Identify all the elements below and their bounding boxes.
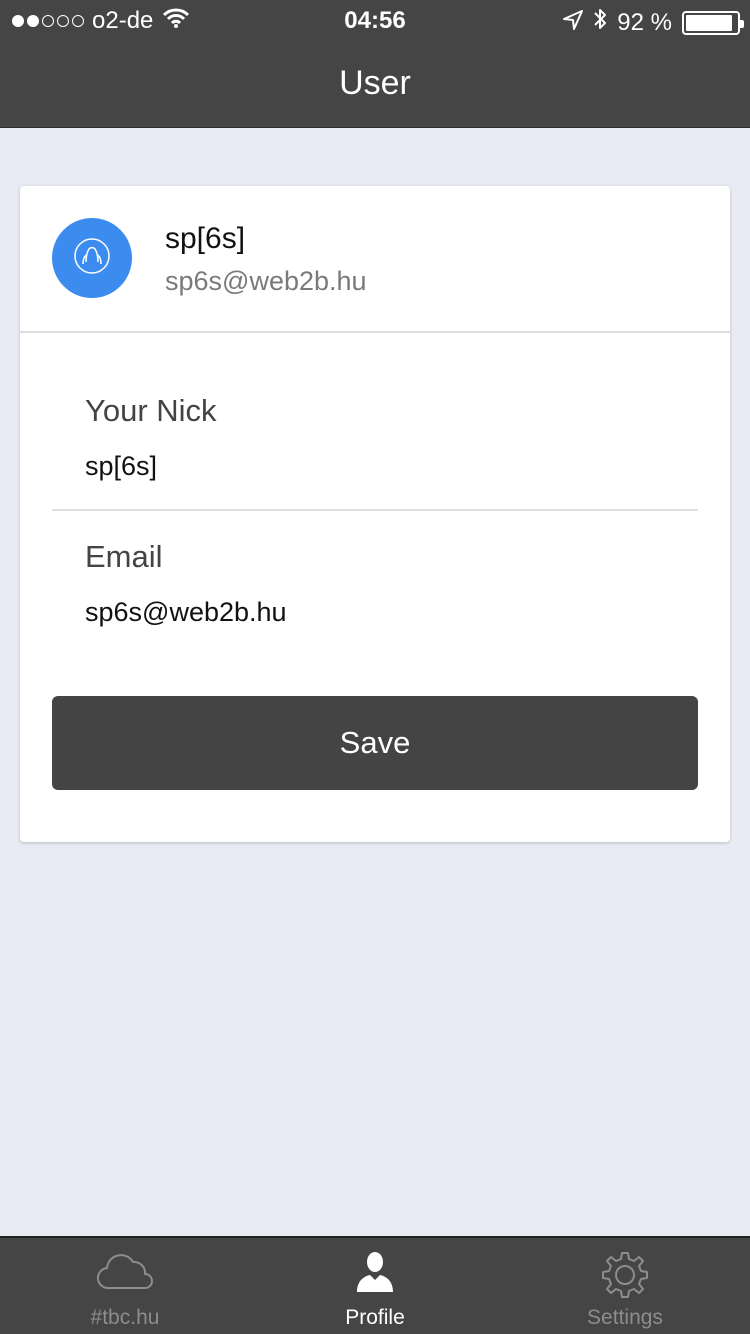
tab-label: Profile: [345, 1306, 405, 1329]
battery-icon: [682, 10, 744, 35]
cloud-icon: [95, 1250, 155, 1299]
tab-tbc[interactable]: #tbc.hu: [0, 1238, 250, 1334]
user-avatar-icon: [72, 236, 112, 281]
tab-bar: #tbc.hu Profile Settings: [0, 1236, 750, 1334]
nick-input[interactable]: sp[6s]: [85, 451, 157, 482]
person-icon: [353, 1250, 397, 1299]
profile-header: sp[6s] sp6s@web2b.hu: [20, 186, 730, 333]
bluetooth-icon: [593, 7, 607, 38]
tab-label: #tbc.hu: [90, 1306, 160, 1329]
status-bar: o2-de 04:56 92 %: [0, 0, 750, 40]
battery-level: [686, 14, 732, 31]
tab-settings[interactable]: Settings: [500, 1238, 750, 1334]
status-right: 92 %: [563, 7, 744, 38]
tab-profile[interactable]: Profile: [250, 1238, 500, 1334]
page-title: User: [339, 64, 411, 102]
navigation-bar: User: [0, 40, 750, 128]
battery-percent: 92 %: [617, 8, 672, 36]
profile-email: sp6s@web2b.hu: [165, 266, 367, 296]
nick-label: Your Nick: [85, 393, 217, 428]
email-input[interactable]: sp6s@web2b.hu: [85, 597, 287, 628]
avatar: [52, 218, 132, 298]
profile-name: sp[6s]: [165, 222, 246, 255]
profile-card: sp[6s] sp6s@web2b.hu Your Nick sp[6s] Em…: [20, 186, 730, 842]
gear-icon: [600, 1250, 650, 1305]
field-divider: [52, 509, 698, 511]
tab-label: Settings: [587, 1306, 663, 1329]
screen: o2-de 04:56 92 % User sp[6s] sp6s@web2b.…: [0, 0, 750, 1334]
email-label: Email: [85, 539, 163, 574]
save-button[interactable]: Save: [52, 696, 698, 790]
location-arrow-icon: [563, 9, 584, 37]
